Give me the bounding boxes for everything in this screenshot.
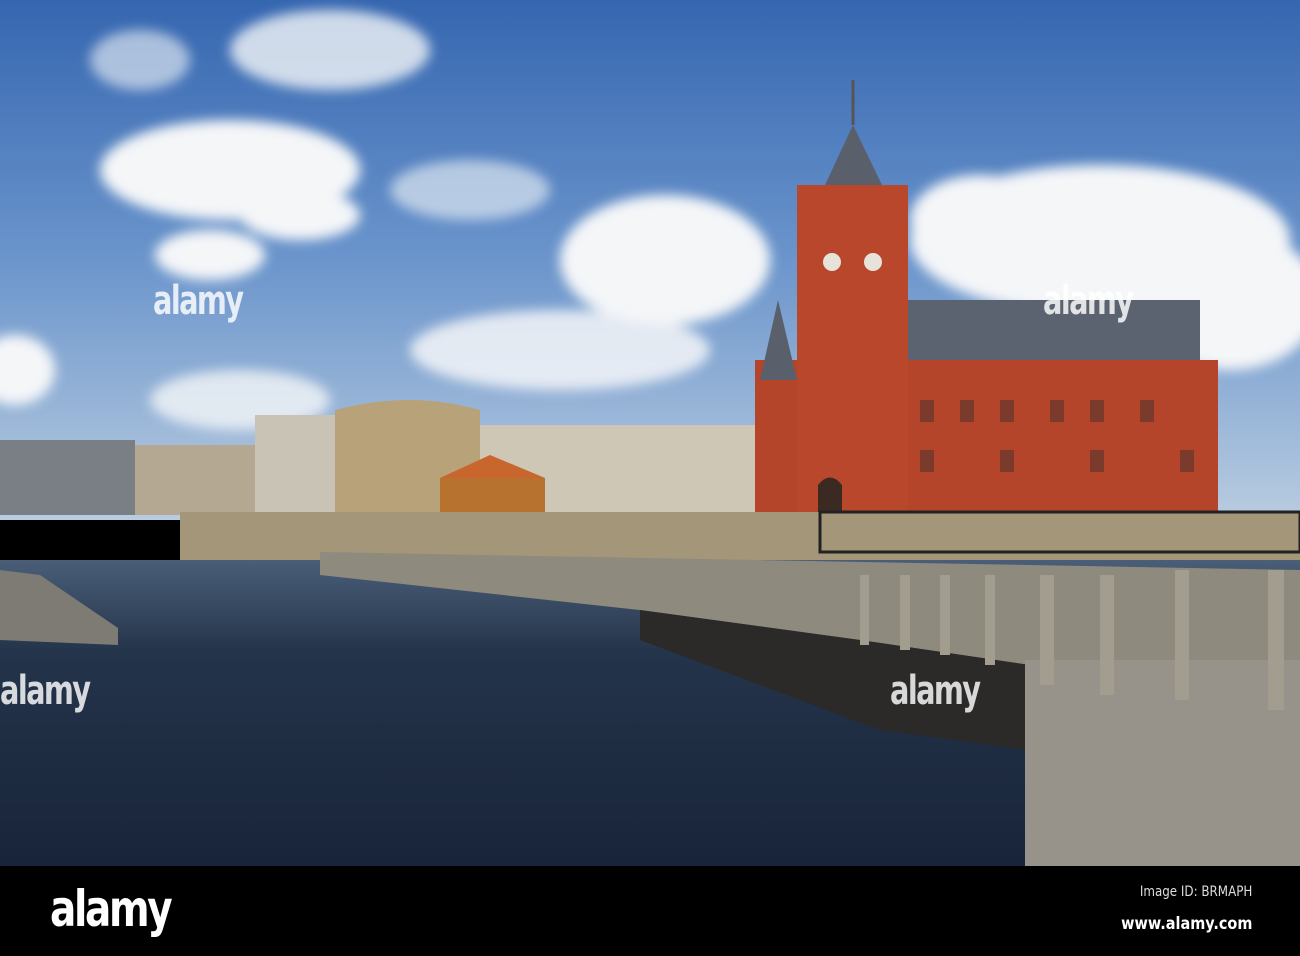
watermark: alamy xyxy=(153,278,244,324)
watermark: alamy xyxy=(1043,278,1134,324)
watermark: alamy xyxy=(890,668,981,714)
alamy-logo: alamy xyxy=(50,880,173,938)
watermark: alamy xyxy=(0,668,91,714)
pier-block xyxy=(1025,660,1300,866)
footer-bar: alamy Image ID: BRMAPH www.alamy.com xyxy=(0,866,1300,956)
photo-scene xyxy=(0,0,1300,866)
website-link[interactable]: www.alamy.com xyxy=(1121,914,1252,934)
image-id: Image ID: BRMAPH xyxy=(1139,884,1252,900)
